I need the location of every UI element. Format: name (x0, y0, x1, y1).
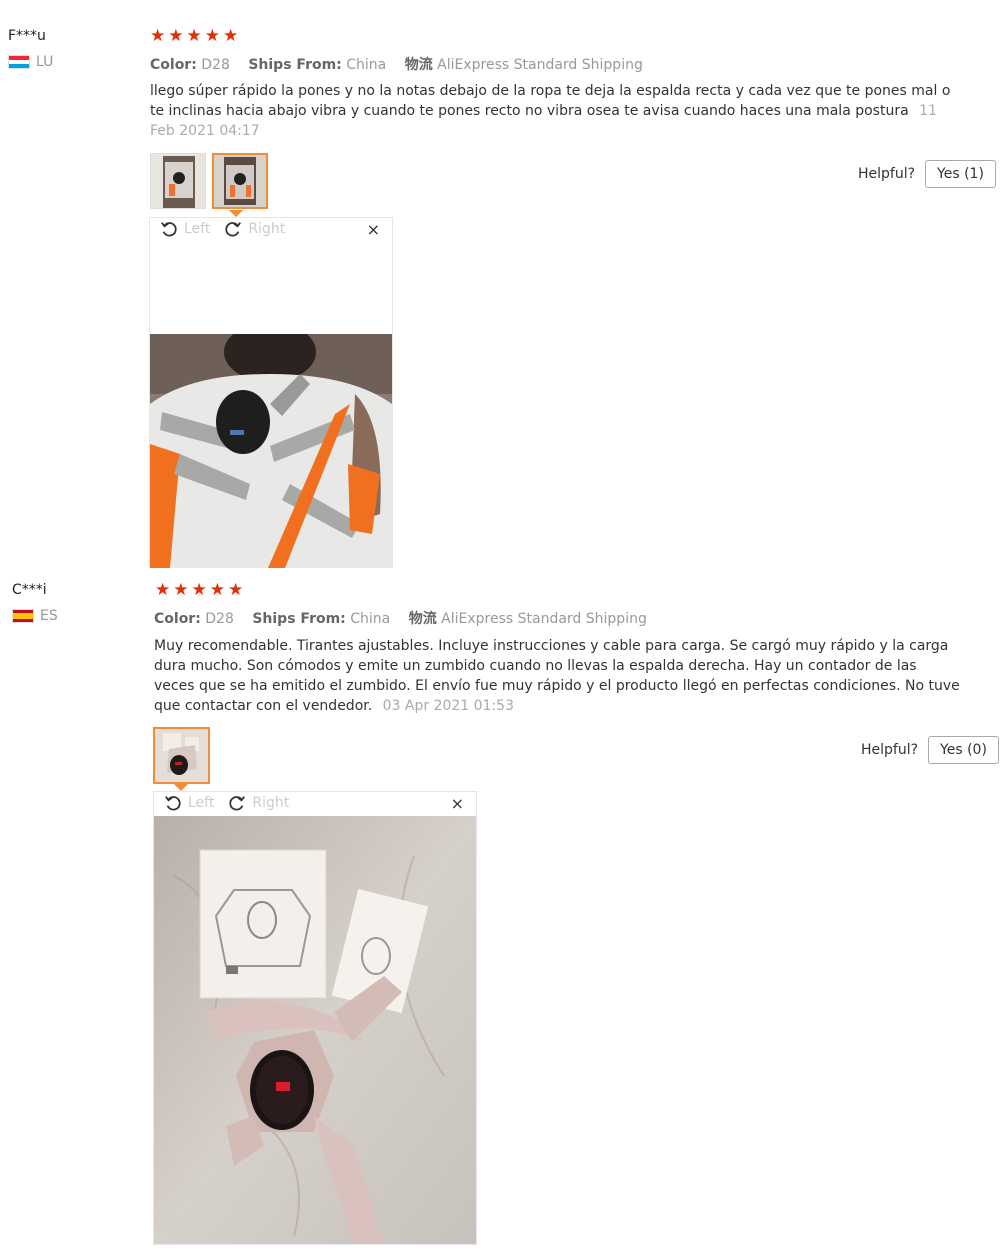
review-thumbnails (153, 727, 210, 784)
helpful-section: Helpful? Yes (1) (858, 160, 996, 188)
helpful-section: Helpful? Yes (0) (861, 736, 999, 764)
star-icon: ★ (223, 26, 239, 46)
ships-from-label: Ships From: (252, 611, 346, 627)
flag-es-icon (12, 609, 34, 623)
review-text: Muy recomendable. Tirantes ajustables. I… (154, 636, 960, 716)
star-icon: ★ (204, 26, 220, 46)
helpful-yes-button[interactable]: Yes (0) (928, 736, 999, 764)
country-code: ES (40, 608, 58, 624)
rotate-left-button[interactable]: Left (164, 794, 214, 812)
rotate-left-icon (165, 796, 181, 811)
thumbnail-image (151, 154, 205, 208)
rotate-left-icon (161, 222, 177, 237)
color-label: Color: (150, 57, 197, 73)
review-thumbnail[interactable] (150, 153, 206, 209)
thumbnail-pointer-icon (174, 784, 188, 791)
order-info: Color: D28 Ships From: China 物流 AliExpre… (154, 608, 647, 628)
review-photo (150, 334, 392, 568)
reviewer-info: F***u LU (8, 28, 128, 70)
rotate-left-label: Left (188, 795, 215, 811)
star-icon: ★ (168, 26, 184, 46)
rotate-right-button[interactable]: Right (228, 794, 289, 812)
review-photo (154, 816, 476, 1244)
close-icon[interactable]: × (451, 794, 464, 813)
ships-from-value: China (346, 57, 387, 73)
reviewer-country: ES (12, 608, 132, 624)
color-label: Color: (154, 611, 201, 627)
shipping-method: AliExpress Standard Shipping (441, 611, 647, 627)
review-thumbnail-selected[interactable] (212, 153, 268, 209)
reviewer-name: F***u (8, 28, 46, 44)
star-icon: ★ (173, 580, 189, 600)
review-content: Muy recomendable. Tirantes ajustables. I… (154, 638, 960, 714)
shipping-method: AliExpress Standard Shipping (437, 57, 643, 73)
star-icon: ★ (186, 26, 202, 46)
image-viewer: Left Right × (149, 217, 393, 568)
rotate-right-label: Right (248, 221, 286, 237)
reviewer-name: C***i (12, 582, 47, 598)
rotate-right-label: Right (252, 795, 290, 811)
logistics-icon: 物流 (408, 611, 437, 627)
star-icon: ★ (155, 580, 171, 600)
logistics-icon: 物流 (404, 57, 433, 73)
star-rating: ★ ★ ★ ★ ★ (150, 26, 239, 46)
image-viewer-toolbar: Left Right × (154, 792, 476, 814)
image-viewer: Left Right × (153, 791, 477, 1245)
thumbnail-image (155, 729, 208, 782)
helpful-label: Helpful? (858, 166, 916, 182)
review-item: F***u LU ★ ★ ★ ★ ★ Color: D28 Ships From… (0, 28, 1000, 573)
rotate-right-button[interactable]: Right (224, 220, 285, 238)
star-rating: ★ ★ ★ ★ ★ (155, 580, 244, 600)
ships-from-value: China (350, 611, 391, 627)
helpful-label: Helpful? (861, 742, 919, 758)
star-icon: ★ (150, 26, 166, 46)
helpful-yes-button[interactable]: Yes (1) (925, 160, 996, 188)
star-icon: ★ (228, 580, 244, 600)
review-text: llego súper rápido la pones y no la nota… (150, 81, 962, 141)
color-value: D28 (201, 57, 230, 73)
rotate-right-icon (229, 796, 246, 811)
color-value: D28 (205, 611, 234, 627)
review-thumbnails (150, 153, 268, 209)
thumbnail-pointer-icon (229, 210, 243, 217)
star-icon: ★ (191, 580, 207, 600)
country-code: LU (36, 54, 54, 70)
flag-lu-icon (8, 55, 30, 69)
order-info: Color: D28 Ships From: China 物流 AliExpre… (150, 54, 643, 74)
photo-back-posture-corrector (150, 334, 392, 568)
review-item: C***i ES ★ ★ ★ ★ ★ Color: D28 Ships From… (0, 582, 1000, 1250)
reviewer-country: LU (8, 54, 128, 70)
ships-from-label: Ships From: (248, 57, 342, 73)
reviewer-info: C***i ES (12, 582, 132, 624)
photo-product-unboxing (154, 816, 476, 1244)
rotate-left-label: Left (184, 221, 211, 237)
star-icon: ★ (209, 580, 225, 600)
review-thumbnail-selected[interactable] (153, 727, 210, 784)
review-content: llego súper rápido la pones y no la nota… (150, 83, 951, 119)
close-icon[interactable]: × (367, 220, 380, 239)
image-viewer-toolbar: Left Right × (150, 218, 392, 240)
rotate-right-icon (225, 222, 242, 237)
rotate-left-button[interactable]: Left (160, 220, 210, 238)
review-date: 03 Apr 2021 01:53 (382, 698, 514, 714)
thumbnail-image (214, 155, 266, 207)
